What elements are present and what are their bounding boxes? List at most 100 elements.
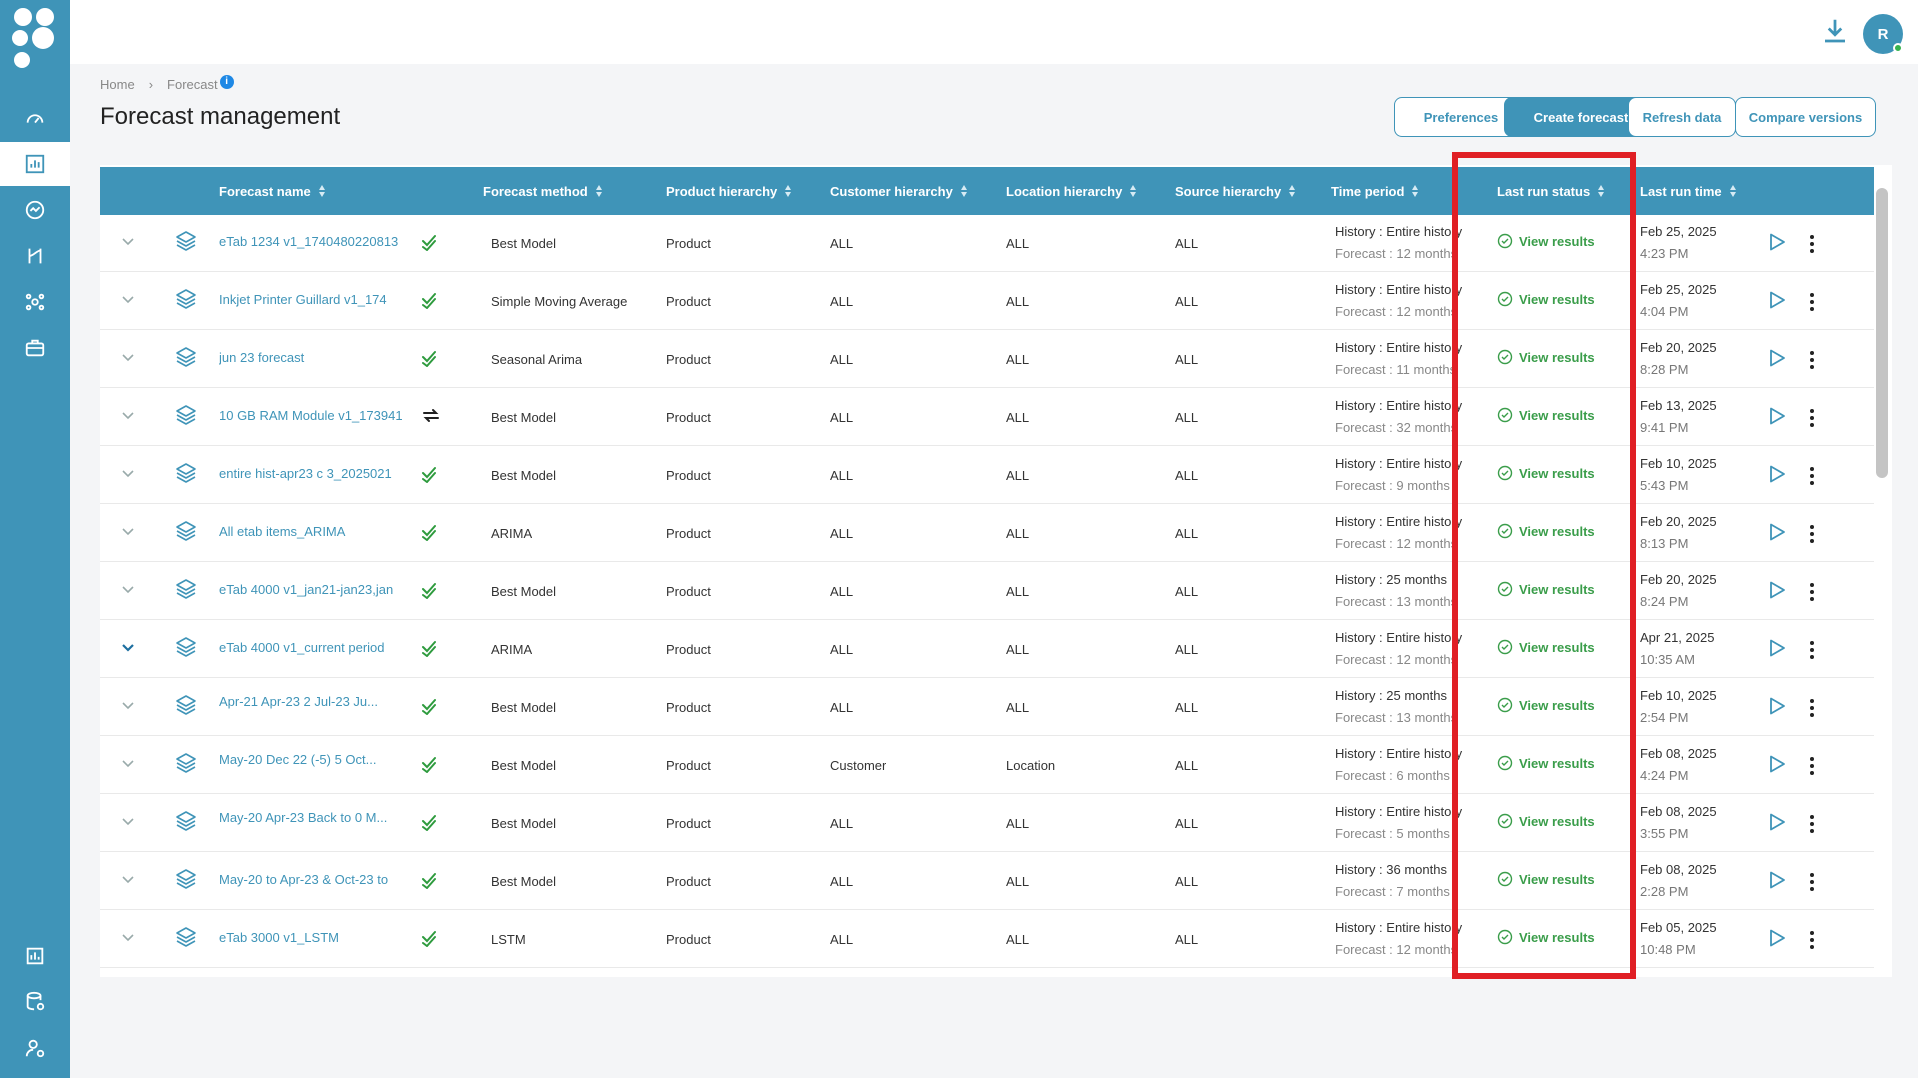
forecast-name-link[interactable]: eTab 4000 v1_jan21-jan23,jan: [219, 582, 419, 597]
chevron-down-icon[interactable]: [121, 756, 135, 770]
play-icon[interactable]: [1765, 869, 1787, 891]
chevron-down-icon[interactable]: [121, 234, 135, 248]
forecast-name-link[interactable]: eTab 1234 v1_1740480220813: [219, 234, 419, 249]
forecast-name-link[interactable]: Inkjet Printer Guillard v1_174: [219, 292, 419, 307]
chevron-down-icon[interactable]: [121, 350, 135, 364]
chevron-down-icon[interactable]: [121, 930, 135, 944]
chevron-down-icon[interactable]: [121, 872, 135, 886]
sort-icon[interactable]: [785, 185, 792, 197]
download-icon[interactable]: [1820, 16, 1850, 46]
forecast-name-link[interactable]: entire hist-apr23 c 3_2025021: [219, 466, 419, 481]
check-icon: [422, 525, 436, 541]
chevron-down-icon[interactable]: [121, 582, 135, 596]
play-icon[interactable]: [1765, 637, 1787, 659]
location-hierarchy: ALL: [1006, 351, 1030, 367]
product-hierarchy: Product: [666, 525, 711, 541]
nav-briefcase[interactable]: [0, 326, 70, 370]
info-icon[interactable]: i: [219, 74, 234, 89]
sidebar: [0, 0, 70, 1078]
chevron-down-icon[interactable]: [121, 292, 135, 306]
nav-data-settings[interactable]: [0, 980, 70, 1024]
nav-analytics[interactable]: [0, 188, 70, 232]
more-options-icon[interactable]: [1809, 757, 1815, 775]
nav-network[interactable]: [0, 280, 70, 324]
sort-icon[interactable]: [1729, 185, 1737, 197]
forecast-name-link[interactable]: jun 23 forecast: [219, 350, 419, 365]
table-scrollbar[interactable]: [1876, 188, 1888, 478]
more-options-icon[interactable]: [1809, 351, 1815, 369]
column-header-time-period[interactable]: Time period: [1331, 167, 1419, 215]
more-options-icon[interactable]: [1809, 293, 1815, 311]
sort-icon[interactable]: [1412, 185, 1419, 197]
sort-icon[interactable]: [1130, 185, 1137, 197]
play-icon[interactable]: [1765, 463, 1787, 485]
last-run-time: Feb 08, 2025 4:24 PM: [1640, 743, 1717, 787]
more-options-icon[interactable]: [1809, 467, 1815, 485]
play-icon[interactable]: [1765, 927, 1787, 949]
nav-dashboard[interactable]: [0, 96, 70, 140]
customer-hierarchy: ALL: [830, 409, 854, 425]
nav-forecast[interactable]: [0, 142, 70, 186]
play-icon[interactable]: [1765, 695, 1787, 717]
customer-hierarchy: Customer: [830, 757, 887, 773]
run-time: 4:04 PM: [1640, 304, 1689, 319]
more-options-icon[interactable]: [1809, 931, 1815, 949]
chevron-down-icon[interactable]: [121, 698, 135, 712]
forecast-name-link[interactable]: All etab items_ARIMA: [219, 524, 419, 539]
reports-icon: [26, 947, 44, 965]
forecast-name-link[interactable]: eTab 4000 v1_current period: [219, 640, 419, 655]
forecast-name-link[interactable]: 10 GB RAM Module v1_173941: [219, 408, 419, 423]
last-run-time: Feb 05, 2025 10:48 PM: [1640, 917, 1717, 961]
column-header-product-hierarchy[interactable]: Product hierarchy: [666, 167, 792, 215]
product-hierarchy: Product: [666, 641, 711, 657]
play-icon[interactable]: [1765, 405, 1787, 427]
play-icon[interactable]: [1765, 811, 1787, 833]
play-icon[interactable]: [1765, 753, 1787, 775]
nav-planning[interactable]: [0, 234, 70, 278]
column-header-forecast-name[interactable]: Forecast name: [219, 167, 326, 215]
play-icon[interactable]: [1765, 579, 1787, 601]
chevron-down-icon[interactable]: [121, 640, 135, 654]
source-hierarchy: ALL: [1175, 351, 1199, 367]
nav-user-settings[interactable]: [0, 1026, 70, 1070]
column-header-last-run-time[interactable]: Last run time: [1640, 167, 1737, 215]
breadcrumb-home[interactable]: Home: [100, 77, 135, 92]
play-icon[interactable]: [1765, 521, 1787, 543]
column-header-location-hierarchy[interactable]: Location hierarchy: [1006, 167, 1137, 215]
forecast-name-link[interactable]: May-20 to Apr-23 & Oct-23 to: [219, 872, 419, 887]
forecast-name-link[interactable]: May-20 Dec 22 (-5) 5 Oct...: [219, 749, 419, 793]
forecast-name-link[interactable]: eTab 3000 v1_LSTM: [219, 930, 419, 945]
play-icon[interactable]: [1765, 231, 1787, 253]
nav-reports[interactable]: [0, 934, 70, 978]
more-options-icon[interactable]: [1809, 699, 1815, 717]
more-options-icon[interactable]: [1809, 873, 1815, 891]
breadcrumb-current: Forecast: [167, 77, 218, 92]
column-header-customer-hierarchy[interactable]: Customer hierarchy: [830, 167, 968, 215]
more-options-icon[interactable]: [1809, 641, 1815, 659]
chevron-down-icon[interactable]: [121, 408, 135, 422]
more-options-icon[interactable]: [1809, 409, 1815, 427]
forecast-name-link[interactable]: May-20 Apr-23 Back to 0 M...: [219, 807, 419, 851]
sort-icon[interactable]: [595, 185, 603, 197]
play-icon[interactable]: [1765, 289, 1787, 311]
sort-icon[interactable]: [960, 185, 968, 197]
refresh-data-button[interactable]: Refresh data: [1628, 97, 1736, 137]
chevron-down-icon[interactable]: [121, 814, 135, 828]
customer-hierarchy: ALL: [830, 293, 854, 309]
run-time: 9:41 PM: [1640, 420, 1689, 435]
more-options-icon[interactable]: [1809, 815, 1815, 833]
compare-versions-button[interactable]: Compare versions: [1735, 97, 1876, 137]
sort-icon[interactable]: [318, 185, 326, 197]
more-options-icon[interactable]: [1809, 235, 1815, 253]
chevron-down-icon[interactable]: [121, 466, 135, 480]
forecast-name-link[interactable]: Apr-21 Apr-23 2 Jul-23 Ju...: [219, 691, 419, 735]
more-options-icon[interactable]: [1809, 525, 1815, 543]
more-options-icon[interactable]: [1809, 583, 1815, 601]
run-date: Feb 13, 2025: [1640, 398, 1717, 413]
play-icon[interactable]: [1765, 347, 1787, 369]
app-logo[interactable]: [12, 8, 58, 74]
column-header-forecast-method[interactable]: Forecast method: [483, 167, 603, 215]
chevron-down-icon[interactable]: [121, 524, 135, 538]
sort-icon[interactable]: [1289, 185, 1296, 197]
column-header-source-hierarchy[interactable]: Source hierarchy: [1175, 167, 1296, 215]
